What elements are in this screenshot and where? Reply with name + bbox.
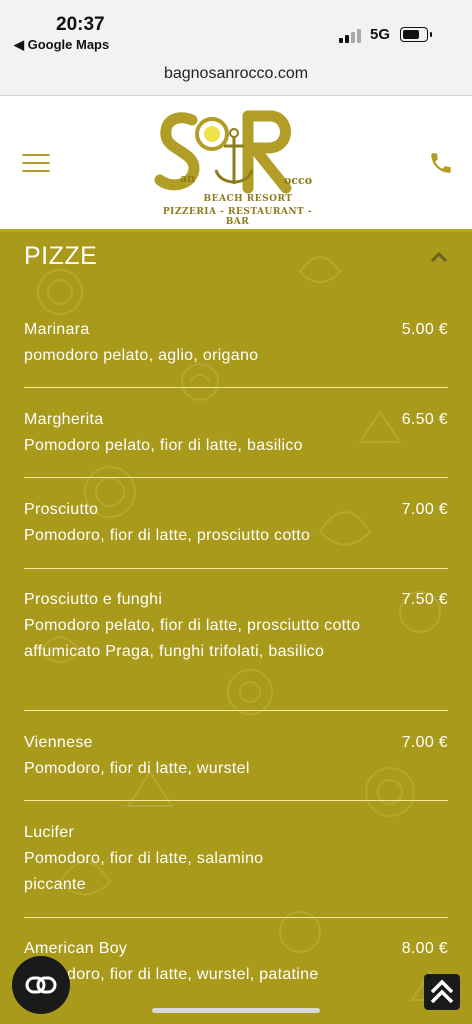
menu-item: Prosciutto 7.00 € Pomodoro, fior di latt… xyxy=(24,499,448,549)
logo-tagline-services: PIZZERIA - RESTAURANT - BAR xyxy=(162,207,313,227)
menu-item-name: Marinara xyxy=(24,321,90,338)
network-type: 5G xyxy=(370,26,391,43)
menu-content: PIZZE Marinara 5.00 € pomodoro pelato, a… xyxy=(0,232,472,1024)
menu-item-price: 8.00 € xyxy=(401,940,448,957)
menu-item: Margherita 6.50 € Pomodoro pelato, fior … xyxy=(24,409,448,459)
menu-item-description: Pomodoro, fior di latte, wurstel, patati… xyxy=(24,966,319,983)
battery-icon xyxy=(400,27,432,42)
menu-item: Marinara 5.00 € pomodoro pelato, aglio, … xyxy=(24,319,448,369)
menu-divider xyxy=(24,917,448,918)
link-icon[interactable] xyxy=(12,956,70,1014)
san-rocco-anchor-logo[interactable]: an occo BEACH RESORT PIZZERIA - RESTAURA… xyxy=(150,106,325,227)
menu-item: Prosciutto e funghi 7.50 € Pomodoro pela… xyxy=(24,589,448,665)
menu-item-description: pomodoro pelato, aglio, origano xyxy=(24,347,259,364)
menu-divider xyxy=(24,800,448,801)
phone-icon[interactable] xyxy=(428,150,454,176)
menu-item-price: 7.50 € xyxy=(401,591,448,608)
menu-item-name: Prosciutto e funghi xyxy=(24,591,163,608)
site-header: an occo BEACH RESORT PIZZERIA - RESTAURA… xyxy=(0,96,472,232)
menu-divider xyxy=(24,568,448,569)
menu-item-price: 7.00 € xyxy=(401,501,448,518)
menu-item-description: Pomodoro, fior di latte, prosciutto cott… xyxy=(24,527,311,544)
signal-icon xyxy=(339,29,361,43)
menu-item-description: Pomodoro pelato, fior di latte, prosciut… xyxy=(24,617,361,660)
menu-item: Lucifer Pomodoro, fior di latte, salamin… xyxy=(24,822,448,898)
menu-item-price: 5.00 € xyxy=(401,321,448,338)
logo-text-an: an xyxy=(180,172,196,185)
menu-item-price: 7.00 € xyxy=(401,734,448,751)
menu-item-description: Pomodoro, fior di latte, wurstel xyxy=(24,760,250,777)
menu-divider xyxy=(24,477,448,478)
home-indicator xyxy=(152,1008,320,1013)
menu-item-price: 6.50 € xyxy=(401,411,448,428)
menu-item-description: Pomodoro pelato, fior di latte, basilico xyxy=(24,437,303,454)
menu-item-name: Lucifer xyxy=(24,824,75,841)
status-bar: 20:37 ◀ Google Maps 5G xyxy=(0,0,472,56)
chevron-up-icon[interactable] xyxy=(430,248,448,263)
scroll-to-top-icon[interactable] xyxy=(424,974,460,1010)
url-text[interactable]: bagnosanrocco.com xyxy=(164,65,308,83)
menu-item-name: Prosciutto xyxy=(24,501,99,518)
menu-divider xyxy=(24,387,448,388)
browser-url-bar[interactable]: bagnosanrocco.com xyxy=(0,56,472,96)
logo-text-occo: occo xyxy=(284,174,313,187)
status-time: 20:37 xyxy=(56,14,105,35)
menu-item: Viennese 7.00 € Pomodoro, fior di latte,… xyxy=(24,732,448,782)
menu-item-name: Margherita xyxy=(24,411,104,428)
menu-item-name: American Boy xyxy=(24,940,128,957)
back-to-app-link[interactable]: ◀ Google Maps xyxy=(14,37,109,53)
menu-item: American Boy 8.00 € Pomodoro, fior di la… xyxy=(24,938,448,988)
logo-tagline-beach: BEACH RESORT xyxy=(203,194,293,204)
hamburger-icon[interactable] xyxy=(22,154,50,174)
menu-divider xyxy=(24,710,448,711)
section-title[interactable]: PIZZE xyxy=(24,242,97,271)
menu-item-description: Pomodoro, fior di latte, salamino piccan… xyxy=(24,850,264,893)
menu-item-name: Viennese xyxy=(24,734,93,751)
